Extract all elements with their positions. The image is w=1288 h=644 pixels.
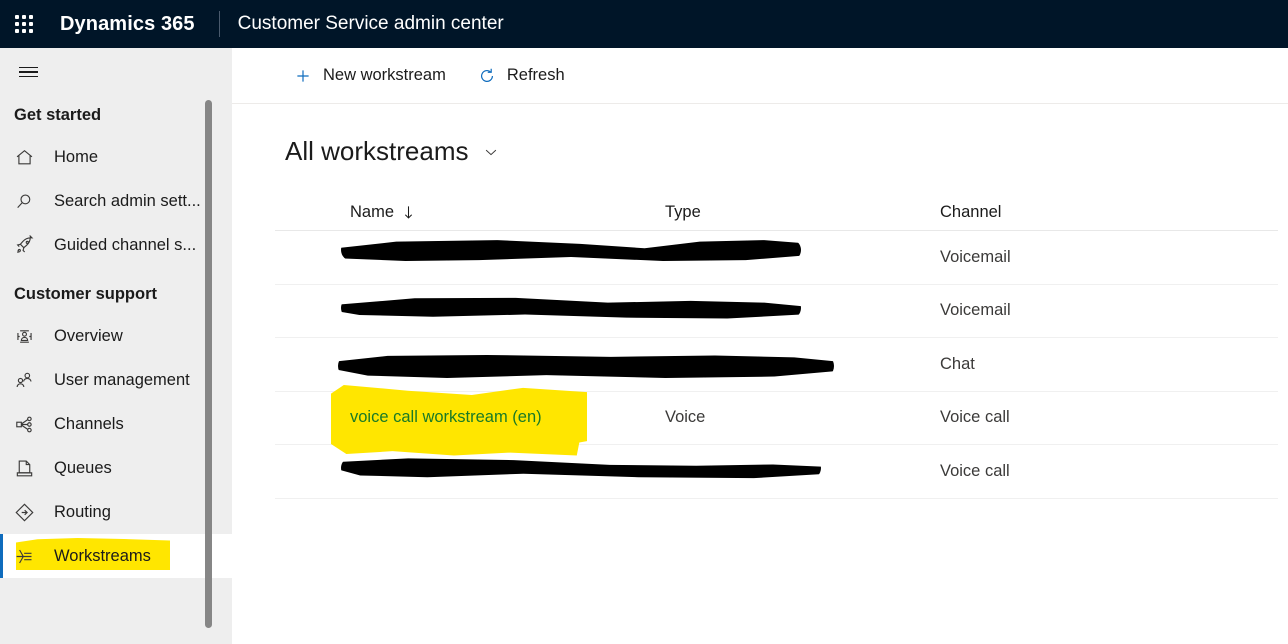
cell-channel: Voicemail [940,247,1011,266]
new-workstream-button[interactable]: New workstream [282,58,456,94]
command-toolbar: New workstream Refresh [232,48,1288,104]
grid-header-row: Name Type Channel [275,189,1278,231]
sidebar-item-workstreams[interactable]: Workstreams [0,534,232,578]
sort-descending-arrow [402,205,415,220]
sidebar-item-guided-channel-setup[interactable]: Guided channel s... [0,223,232,267]
workstreams-grid: Name Type Channel Voicemail Voicemail Ch… [232,189,1288,499]
cell-name[interactable]: voice call workstream (en) [275,408,665,427]
table-row[interactable]: voice call workstream (en) Voice Voice c… [275,384,1278,456]
cell-channel: Voicemail [940,301,1011,320]
sidebar-item-label: Routing [54,502,111,521]
sidebar-item-overview[interactable]: Overview [0,314,232,358]
sidebar-item-label: User management [54,370,190,389]
plus-icon [292,65,314,87]
cell-type: Voice [665,408,706,427]
redaction-mark [341,458,821,479]
sidebar-item-label: Guided channel s... [54,235,197,254]
top-header-bar: Dynamics 365 Customer Service admin cent… [0,0,1288,48]
cell-channel: Voice call [940,408,1010,427]
sidebar-item-label: Home [54,147,99,166]
sidebar-item-search-admin-settings[interactable]: Search admin sett... [0,179,232,223]
document-icon [14,456,42,480]
routing-diamond-icon [14,500,42,524]
chevron-down-icon[interactable] [482,143,500,161]
sidebar-group-title-get-started: Get started [14,106,102,124]
waffle-grid [15,15,33,33]
sidebar-item-routing[interactable]: Routing [0,490,232,534]
cell-channel: Chat [940,354,975,373]
table-row[interactable]: Chat [275,338,1278,392]
workstream-flow-icon [14,544,42,568]
dashboard-icon [14,324,42,348]
column-header-label: Name [350,203,395,221]
view-selector[interactable]: All workstreams [232,104,1288,167]
sidebar-item-label: Overview [54,326,123,345]
sidebar-item-label: Channels [54,414,124,433]
sidebar-item-label: Workstreams [54,546,151,565]
sidebar-group-title-customer-support: Customer support [14,285,158,303]
page-title: All workstreams [285,136,469,166]
home-icon [14,145,42,169]
hamburger-icon[interactable] [0,48,56,96]
refresh-icon [476,65,498,87]
sidebar-item-queues[interactable]: Queues [0,446,232,490]
app-launcher-icon[interactable] [0,0,48,48]
search-icon [14,189,42,213]
new-workstream-label: New workstream [323,66,446,84]
sidebar: Get started Home Search admin sett... Gu… [0,48,232,644]
sidebar-item-user-management[interactable]: User management [0,358,232,402]
app-root: Dynamics 365 Customer Service admin cent… [0,0,1288,644]
sidebar-item-label: Queues [54,458,112,477]
share-nodes-icon [14,412,42,436]
header-divider [218,11,220,37]
refresh-button[interactable]: Refresh [466,58,575,94]
refresh-label: Refresh [506,66,565,84]
main-content: New workstream Refresh All workstreams N… [232,48,1288,644]
app-name-title: Customer Service admin center [237,13,504,34]
cell-channel: Voice call [940,461,1010,480]
column-header-type[interactable]: Type [665,203,940,222]
sidebar-scrollbar-track[interactable] [205,100,222,628]
redaction-mark [338,354,834,378]
sidebar-nav: Get started Home Search admin sett... Gu… [0,96,232,644]
people-icon [14,368,42,392]
column-header-channel[interactable]: Channel [940,203,1278,222]
redaction-mark [341,297,801,319]
sidebar-item-home[interactable]: Home [0,135,232,179]
sidebar-item-channels[interactable]: Channels [0,402,232,446]
sidebar-item-label: Search admin sett... [54,191,201,210]
table-row[interactable]: Voicemail [275,231,1278,285]
table-row[interactable]: Voicemail [275,285,1278,338]
redaction-mark [341,240,801,261]
brand-title: Dynamics 365 [60,12,195,35]
rocket-icon [14,233,42,257]
sidebar-scrollbar-thumb[interactable] [205,100,212,628]
column-header-name[interactable]: Name [275,203,665,222]
table-row[interactable]: Voice call [275,445,1278,499]
hamburger-lines [18,64,38,81]
